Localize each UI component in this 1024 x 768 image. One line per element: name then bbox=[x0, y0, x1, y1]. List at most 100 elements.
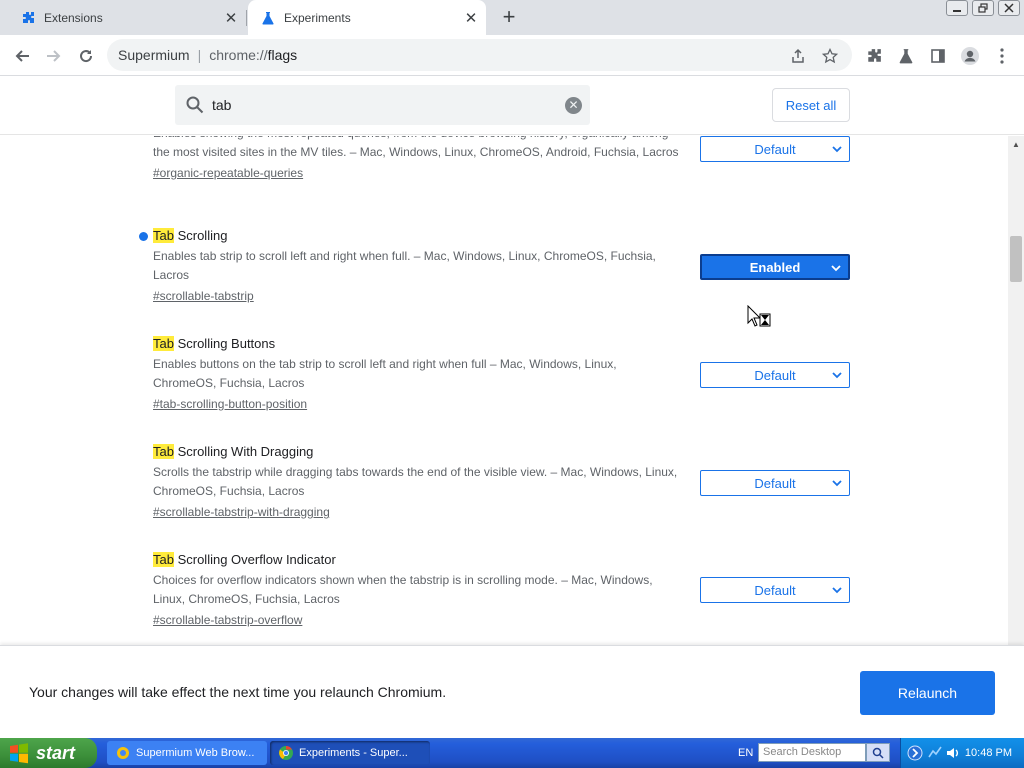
taskbar-item-supermium[interactable]: Supermium Web Brow... bbox=[107, 741, 267, 765]
flag-title: Tab Scrolling Overflow Indicator bbox=[153, 551, 853, 569]
menu-dots-icon[interactable] bbox=[989, 43, 1015, 69]
flag-select-value: Default bbox=[754, 475, 796, 491]
chevron-down-icon bbox=[832, 587, 842, 594]
tray-chevron-icon[interactable] bbox=[907, 745, 923, 761]
reset-all-button[interactable]: Reset all bbox=[772, 88, 850, 122]
flag-description: Enables tab strip to scroll left and rig… bbox=[153, 249, 656, 282]
flag-title-text: Scrolling Overflow Indicator bbox=[173, 552, 336, 567]
back-arrow-icon[interactable] bbox=[9, 43, 35, 69]
search-icon bbox=[185, 95, 205, 115]
search-highlight: Tab bbox=[153, 552, 174, 567]
search-query: tab bbox=[212, 97, 232, 113]
url-separator: | bbox=[197, 47, 202, 63]
flag-select-value: Default bbox=[754, 367, 796, 383]
flag-anchor-link[interactable]: #tab-scrolling-button-position bbox=[153, 395, 307, 414]
task-title: Supermium Web Brow... bbox=[136, 747, 255, 759]
flag-title-text: Scrolling Buttons bbox=[173, 336, 276, 351]
desktop-search-input[interactable]: Search Desktop bbox=[758, 743, 866, 762]
chevron-down-icon bbox=[832, 372, 842, 379]
forward-arrow-icon[interactable] bbox=[41, 43, 67, 69]
taskbar-clock: 10:48 PM bbox=[964, 747, 1012, 759]
flag-item: Tab Scrolling Enables tab strip to scrol… bbox=[139, 227, 853, 306]
task-title: Experiments - Super... bbox=[299, 747, 408, 759]
flag-select[interactable]: Enabled bbox=[700, 254, 850, 280]
flag-select[interactable]: Default bbox=[700, 470, 850, 496]
relaunch-bar: Your changes will take effect the next t… bbox=[0, 645, 1024, 738]
bookmark-star-icon[interactable] bbox=[819, 45, 841, 67]
flag-title: Tab Scrolling With Dragging bbox=[153, 443, 853, 461]
flag-select[interactable]: Default bbox=[700, 362, 850, 388]
tab-experiments[interactable]: Experiments ✕ bbox=[248, 0, 486, 35]
volume-icon[interactable] bbox=[945, 745, 961, 761]
start-label: start bbox=[36, 742, 76, 763]
flag-select-value: Default bbox=[754, 582, 796, 598]
windows-taskbar: start Supermium Web Brow... Experiments … bbox=[0, 738, 1024, 768]
scrollbar-thumb[interactable] bbox=[1010, 236, 1022, 282]
flag-description: Choices for overflow indicators shown wh… bbox=[153, 573, 653, 606]
app-icon bbox=[117, 747, 129, 759]
search-highlight: Tab bbox=[153, 228, 174, 243]
flags-search-input[interactable]: tab ✕ bbox=[175, 85, 590, 125]
close-tab-icon[interactable]: ✕ bbox=[462, 9, 480, 27]
flag-description: Enables buttons on the tab strip to scro… bbox=[153, 357, 617, 390]
url-path: flags bbox=[267, 47, 298, 63]
profile-avatar-icon[interactable] bbox=[957, 43, 983, 69]
flag-anchor-link[interactable]: #scrollable-tabstrip-overflow bbox=[153, 611, 302, 630]
close-tab-icon[interactable]: ✕ bbox=[222, 9, 240, 27]
scroll-up-icon[interactable]: ▲ bbox=[1012, 140, 1020, 149]
side-panel-icon[interactable] bbox=[925, 43, 951, 69]
language-indicator[interactable]: EN bbox=[738, 747, 753, 759]
flag-select-value: Default bbox=[754, 141, 796, 157]
clear-search-icon[interactable]: ✕ bbox=[565, 96, 582, 114]
restore-icon[interactable] bbox=[972, 0, 994, 16]
flag-item: Tab Scrolling With Dragging Scrolls the … bbox=[153, 443, 853, 522]
address-bar[interactable]: Supermium | chrome:// flags bbox=[107, 39, 852, 71]
share-icon[interactable] bbox=[787, 45, 809, 67]
labs-flask-icon[interactable] bbox=[893, 43, 919, 69]
flag-description: Scrolls the tabstrip while dragging tabs… bbox=[153, 465, 678, 498]
start-button[interactable]: start bbox=[0, 738, 97, 768]
new-tab-button[interactable]: + bbox=[497, 4, 521, 29]
flags-header: tab ✕ Reset all bbox=[0, 77, 1024, 135]
tab-separator bbox=[246, 10, 247, 26]
search-highlight: Tab bbox=[153, 444, 174, 459]
minimize-icon[interactable] bbox=[946, 0, 968, 16]
extensions-puzzle-icon[interactable] bbox=[861, 43, 887, 69]
flag-select[interactable]: Default bbox=[700, 577, 850, 603]
flags-list: Enables showing the most repeated querie… bbox=[0, 136, 1008, 645]
tab-title: Experiments bbox=[284, 10, 351, 25]
flag-anchor-link[interactable]: #scrollable-tabstrip-with-dragging bbox=[153, 503, 330, 522]
flag-title-text: Scrolling With Dragging bbox=[173, 444, 314, 459]
flask-icon bbox=[260, 10, 276, 26]
flag-anchor-link[interactable]: #organic-repeatable-queries bbox=[153, 164, 303, 183]
taskbar-item-experiments[interactable]: Experiments - Super... bbox=[270, 741, 430, 765]
relaunch-button[interactable]: Relaunch bbox=[860, 671, 995, 715]
system-tray: 10:48 PM bbox=[900, 738, 1024, 768]
reload-icon[interactable] bbox=[73, 43, 99, 69]
busy-cursor-icon bbox=[747, 305, 771, 327]
flag-title-text: Scrolling bbox=[173, 228, 228, 243]
chevron-down-icon bbox=[832, 480, 842, 487]
flag-select[interactable]: Default bbox=[700, 136, 850, 162]
browser-toolbar: Supermium | chrome:// flags bbox=[0, 35, 1024, 76]
relaunch-message: Your changes will take effect the next t… bbox=[29, 684, 447, 700]
chevron-down-icon bbox=[832, 146, 842, 153]
window-controls bbox=[946, 0, 1020, 16]
browser-icon bbox=[279, 746, 293, 760]
close-window-icon[interactable] bbox=[998, 0, 1020, 16]
tab-extensions[interactable]: Extensions ✕ bbox=[8, 0, 246, 35]
puzzle-icon bbox=[20, 10, 36, 26]
flag-anchor-link[interactable]: #scrollable-tabstrip bbox=[153, 287, 254, 306]
flag-item: Enables showing the most repeated querie… bbox=[153, 136, 853, 183]
desktop-search-go-icon[interactable] bbox=[866, 743, 890, 762]
page-scrollbar[interactable]: ▲ bbox=[1008, 136, 1024, 645]
search-highlight: Tab bbox=[153, 336, 174, 351]
flag-select-value: Enabled bbox=[749, 259, 801, 275]
flag-item: Tab Scrolling Overflow Indicator Choices… bbox=[153, 551, 853, 630]
chevron-down-icon bbox=[831, 265, 841, 272]
flag-item: Tab Scrolling Buttons Enables buttons on… bbox=[153, 335, 853, 414]
network-icon[interactable] bbox=[927, 745, 943, 761]
windows-logo-icon bbox=[10, 743, 28, 764]
flag-description: Enables showing the most repeated querie… bbox=[153, 136, 679, 159]
flag-title: Tab Scrolling bbox=[139, 227, 853, 245]
